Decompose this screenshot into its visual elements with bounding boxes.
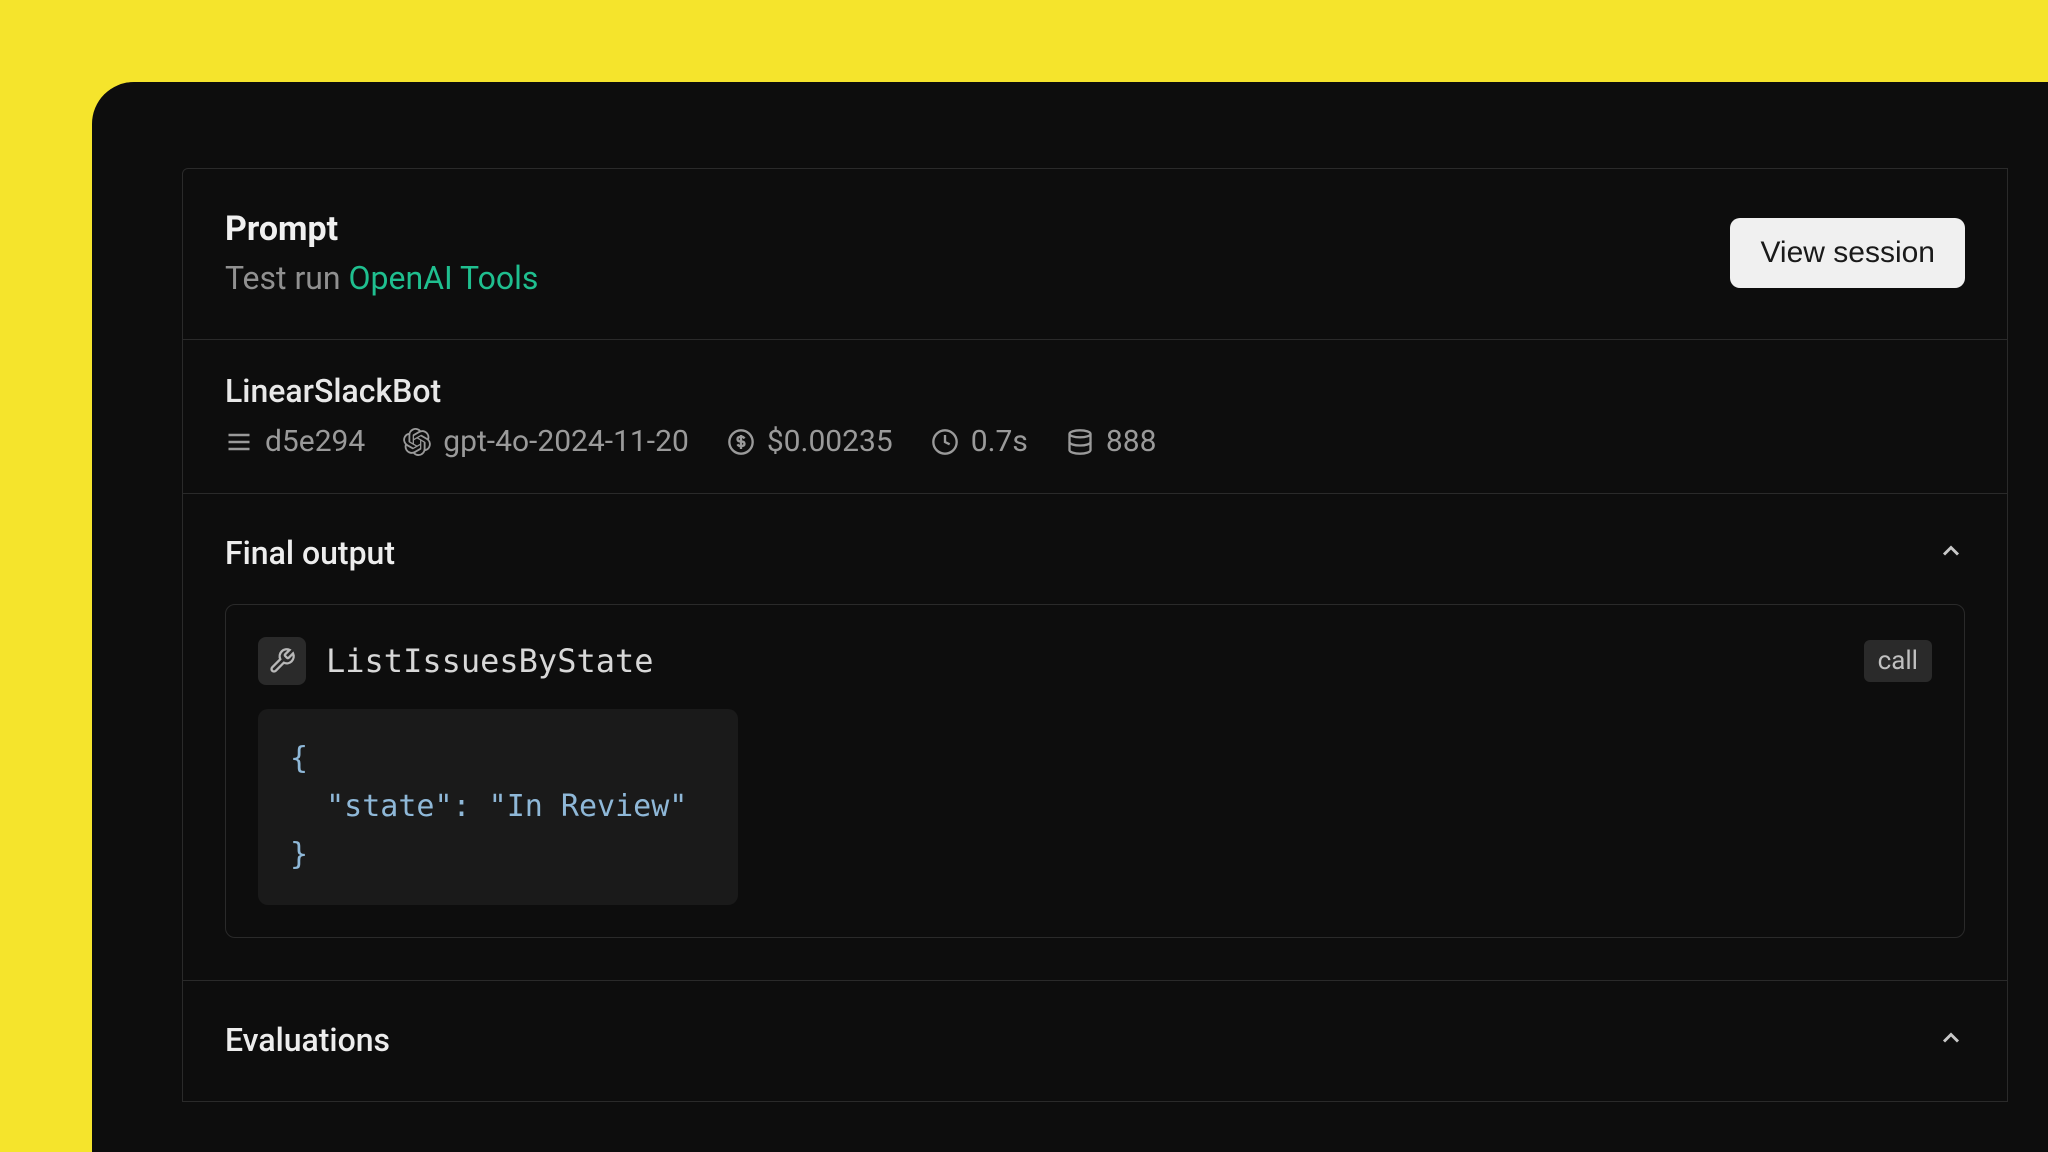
cost-value: $0.00235 [767, 424, 893, 459]
subtitle: Test run OpenAI Tools [225, 259, 538, 297]
list-icon [225, 428, 253, 456]
evaluations-header: Evaluations [225, 1021, 1965, 1059]
openai-icon [403, 428, 431, 456]
code-block: { "state": "In Review" } [258, 709, 738, 905]
header-left: Prompt Test run OpenAI Tools [225, 209, 538, 297]
database-icon [1066, 428, 1094, 456]
evaluations-section: Evaluations [183, 981, 2007, 1101]
tool-left: ListIssuesByState [258, 637, 654, 685]
subtitle-link[interactable]: OpenAI Tools [349, 259, 539, 297]
tool-name: ListIssuesByState [326, 642, 654, 680]
output-card: ListIssuesByState call { "state": "In Re… [225, 604, 1965, 938]
commit-value: d5e294 [265, 424, 365, 459]
meta-row: d5e294 gpt-4o-2024-11-20 [225, 424, 1965, 459]
meta-tokens: 888 [1066, 424, 1157, 459]
chevron-up-icon[interactable] [1937, 537, 1965, 569]
view-session-button[interactable]: View session [1730, 218, 1965, 288]
tokens-value: 888 [1106, 424, 1157, 459]
app-frame: Prompt Test run OpenAI Tools View sessio… [92, 82, 2048, 1152]
page-title: Prompt [225, 209, 538, 249]
output-section: Final output ListIssuesBySta [183, 494, 2007, 981]
chevron-up-icon[interactable] [1937, 1024, 1965, 1056]
meta-duration: 0.7s [931, 424, 1028, 459]
content-panel: Prompt Test run OpenAI Tools View sessio… [182, 168, 2008, 1102]
meta-model: gpt-4o-2024-11-20 [403, 424, 689, 459]
wrench-icon [258, 637, 306, 685]
call-badge: call [1864, 640, 1932, 682]
meta-cost: $0.00235 [727, 424, 893, 459]
duration-value: 0.7s [971, 424, 1028, 459]
model-value: gpt-4o-2024-11-20 [443, 424, 689, 459]
meta-section: LinearSlackBot d5e294 [183, 340, 2007, 494]
output-section-header: Final output [225, 534, 1965, 572]
output-section-title: Final output [225, 534, 395, 572]
dollar-icon [727, 428, 755, 456]
evaluations-title: Evaluations [225, 1021, 390, 1059]
header-section: Prompt Test run OpenAI Tools View sessio… [183, 169, 2007, 340]
meta-commit: d5e294 [225, 424, 365, 459]
tool-row: ListIssuesByState call [258, 637, 1932, 685]
subtitle-prefix: Test run [225, 259, 349, 297]
clock-icon [931, 428, 959, 456]
run-name: LinearSlackBot [225, 372, 1965, 410]
